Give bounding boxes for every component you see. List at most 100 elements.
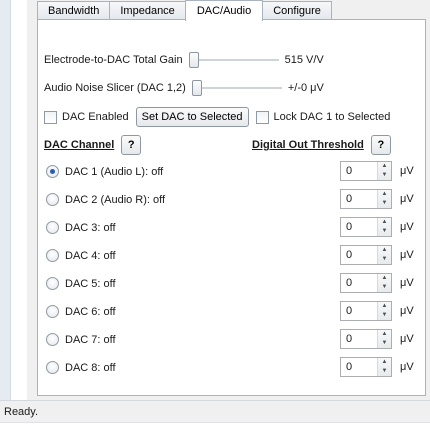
gain-slider-thumb[interactable]	[188, 52, 199, 68]
channel-label: DAC 3: off	[65, 221, 116, 234]
threshold-spinbox[interactable]: 0 ▲ ▼	[340, 273, 392, 293]
threshold-value[interactable]: 0	[341, 165, 377, 177]
dac4-radio[interactable]	[46, 249, 59, 262]
dac-audio-panel: Electrode-to-DAC Total Gain 515 V/V Audi…	[37, 19, 426, 396]
spin-up-icon[interactable]: ▲	[378, 358, 391, 367]
spin-up-icon[interactable]: ▲	[378, 162, 391, 171]
channel-row[interactable]: DAC 6: off	[46, 305, 116, 318]
spin-arrows[interactable]: ▲ ▼	[377, 302, 391, 320]
tab-dac-audio[interactable]: DAC/Audio	[184, 0, 264, 21]
threshold-header: Digital Out Threshold ?	[252, 135, 391, 155]
threshold-unit: μV	[400, 277, 414, 289]
dac6-radio[interactable]	[46, 305, 59, 318]
channel-label: DAC 6: off	[65, 305, 116, 318]
threshold-value[interactable]: 0	[341, 249, 377, 261]
noise-slicer-row: Audio Noise Slicer (DAC 1,2) +/-0 μV	[44, 80, 324, 96]
dac7-radio[interactable]	[46, 333, 59, 346]
threshold-unit: μV	[400, 221, 414, 233]
dac-channel-header: DAC Channel ?	[44, 135, 142, 155]
left-panel	[10, 0, 27, 400]
threshold-spinbox[interactable]: 0 ▲ ▼	[340, 161, 392, 181]
threshold-unit: μV	[400, 193, 414, 205]
threshold-spinbox[interactable]: 0 ▲ ▼	[340, 189, 392, 209]
dac1-radio[interactable]	[46, 165, 59, 178]
spin-down-icon[interactable]: ▼	[378, 227, 391, 236]
threshold-unit: μV	[400, 165, 414, 177]
spin-down-icon[interactable]: ▼	[378, 311, 391, 320]
spin-arrows[interactable]: ▲ ▼	[377, 274, 391, 292]
noise-slicer-value: +/-0 μV	[287, 82, 324, 94]
threshold-value[interactable]: 0	[341, 277, 377, 289]
threshold-help-button[interactable]: ?	[370, 135, 391, 155]
status-bar: Ready.	[0, 400, 430, 422]
gain-value: 515 V/V	[284, 54, 324, 66]
channel-row[interactable]: DAC 4: off	[46, 249, 116, 262]
threshold-spinbox[interactable]: 0 ▲ ▼	[340, 357, 392, 377]
dac5-radio[interactable]	[46, 277, 59, 290]
threshold-value[interactable]: 0	[341, 333, 377, 345]
channel-row[interactable]: DAC 5: off	[46, 277, 116, 290]
spin-arrows[interactable]: ▲ ▼	[377, 330, 391, 348]
threshold-value[interactable]: 0	[341, 305, 377, 317]
threshold-unit: μV	[400, 305, 414, 317]
channel-label: DAC 8: off	[65, 361, 116, 374]
spin-arrows[interactable]: ▲ ▼	[377, 358, 391, 376]
dac-enabled-label: DAC Enabled	[62, 111, 129, 123]
noise-slicer-label: Audio Noise Slicer (DAC 1,2)	[44, 82, 186, 94]
spin-down-icon[interactable]: ▼	[378, 199, 391, 208]
dac3-radio[interactable]	[46, 221, 59, 234]
tab-bandwidth[interactable]: Bandwidth	[37, 1, 111, 20]
spin-up-icon[interactable]: ▲	[378, 330, 391, 339]
spin-down-icon[interactable]: ▼	[378, 255, 391, 264]
tab-impedance[interactable]: Impedance	[109, 1, 186, 20]
channel-label: DAC 2 (Audio R): off	[65, 193, 166, 206]
threshold-unit: μV	[400, 249, 414, 261]
threshold-unit: μV	[400, 333, 414, 345]
threshold-spinbox[interactable]: 0 ▲ ▼	[340, 301, 392, 321]
dac-channel-help-button[interactable]: ?	[121, 135, 142, 155]
gain-row: Electrode-to-DAC Total Gain 515 V/V	[44, 52, 324, 68]
lock-dac-checkbox[interactable]	[255, 110, 269, 124]
window-bottom-edge	[0, 422, 430, 434]
channel-label: DAC 5: off	[65, 277, 116, 290]
spin-up-icon[interactable]: ▲	[378, 302, 391, 311]
threshold-value[interactable]: 0	[341, 361, 377, 373]
spin-down-icon[interactable]: ▼	[378, 283, 391, 292]
dac2-radio[interactable]	[46, 193, 59, 206]
threshold-spinbox[interactable]: 0 ▲ ▼	[340, 217, 392, 237]
spin-up-icon[interactable]: ▲	[378, 218, 391, 227]
gain-slider[interactable]	[188, 52, 279, 68]
tab-configure[interactable]: Configure	[262, 1, 332, 20]
lock-dac-label: Lock DAC 1 to Selected	[273, 111, 391, 123]
set-dac-button[interactable]: Set DAC to Selected	[135, 107, 249, 127]
noise-slicer-thumb[interactable]	[191, 80, 202, 96]
threshold-spinbox[interactable]: 0 ▲ ▼	[340, 245, 392, 265]
channel-row[interactable]: DAC 2 (Audio R): off	[46, 193, 165, 206]
channel-label: DAC 1 (Audio L): off	[65, 165, 164, 178]
channel-row[interactable]: DAC 7: off	[46, 333, 116, 346]
noise-slicer-slider[interactable]	[191, 80, 282, 96]
tab-bar: Bandwidth Impedance DAC/Audio Configure	[37, 0, 332, 21]
spin-up-icon[interactable]: ▲	[378, 274, 391, 283]
threshold-heading: Digital Out Threshold	[252, 139, 364, 151]
channel-row[interactable]: DAC 1 (Audio L): off	[46, 165, 163, 178]
spin-up-icon[interactable]: ▲	[378, 190, 391, 199]
channel-row[interactable]: DAC 8: off	[46, 361, 116, 374]
dac8-radio[interactable]	[46, 361, 59, 374]
spin-arrows[interactable]: ▲ ▼	[377, 162, 391, 180]
threshold-value[interactable]: 0	[341, 193, 377, 205]
gain-label: Electrode-to-DAC Total Gain	[44, 54, 183, 66]
dac-enabled-checkbox[interactable]	[44, 110, 57, 124]
channel-row[interactable]: DAC 3: off	[46, 221, 116, 234]
threshold-unit: μV	[400, 361, 414, 373]
threshold-spinbox[interactable]: 0 ▲ ▼	[340, 329, 392, 349]
spin-arrows[interactable]: ▲ ▼	[377, 190, 391, 208]
spin-down-icon[interactable]: ▼	[378, 367, 391, 376]
spin-up-icon[interactable]: ▲	[378, 246, 391, 255]
spin-down-icon[interactable]: ▼	[378, 339, 391, 348]
channel-label: DAC 4: off	[65, 249, 116, 262]
spin-arrows[interactable]: ▲ ▼	[377, 218, 391, 236]
spin-arrows[interactable]: ▲ ▼	[377, 246, 391, 264]
threshold-value[interactable]: 0	[341, 221, 377, 233]
spin-down-icon[interactable]: ▼	[378, 171, 391, 180]
